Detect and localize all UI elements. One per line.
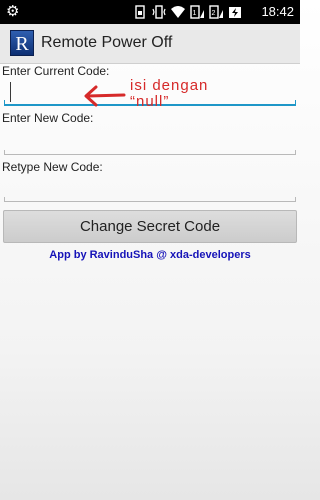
new-code-field[interactable] [4,130,296,152]
status-icons: 1 2 [133,3,242,21]
new-code-label: Enter New Code: [2,111,94,125]
annotation-arrow-icon [84,85,126,107]
status-clock: 18:42 [261,4,294,19]
wifi-icon [171,6,185,18]
battery-charging-icon [229,7,241,18]
cell-signal-icon: 2 [209,5,223,19]
annotation-line-2: “null” [130,93,170,110]
annotation-text: isi dengan “null” [130,78,208,110]
svg-text:1: 1 [193,10,197,17]
retype-code-field[interactable] [4,178,296,200]
status-bar: ⚙ 1 2 18:42 [0,0,300,24]
settings-icon: ⚙ [6,3,20,20]
change-secret-code-button[interactable]: Change Secret Code [3,210,297,243]
vibrate-icon [152,5,166,19]
current-code-label: Enter Current Code: [2,64,110,78]
app-credit: App by RavinduSha @ xda-developers [49,249,251,261]
new-code-underline [4,150,296,155]
sim-signal-icon: 1 [190,5,204,19]
annotation-line-1: isi dengan [130,77,209,94]
text-cursor [10,82,11,102]
app-title: Remote Power Off [41,34,173,51]
app-logo-icon: R [10,30,34,56]
retype-code-label: Retype New Code: [2,160,103,174]
svg-text:2: 2 [212,10,216,17]
sim-icon [135,5,145,19]
action-bar: R Remote Power Off [0,24,300,64]
retype-code-underline [4,197,296,202]
